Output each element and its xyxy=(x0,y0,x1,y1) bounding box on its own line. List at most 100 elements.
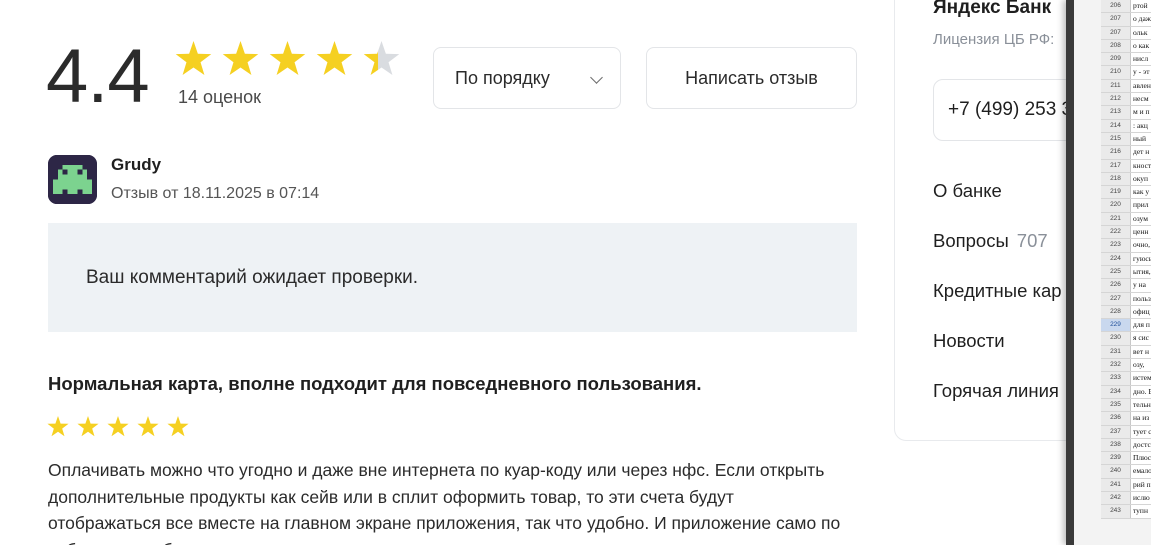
table-row[interactable]: 238 достс xyxy=(1101,438,1151,453)
write-review-button[interactable]: Написать отзыв xyxy=(646,47,857,109)
table-cell[interactable]: емало xyxy=(1131,465,1151,478)
row-number[interactable]: 214 xyxy=(1101,119,1131,132)
table-cell[interactable]: тупн xyxy=(1131,505,1151,518)
row-number[interactable]: 222 xyxy=(1101,226,1131,239)
sidebar-item-questions[interactable]: Вопросы 707 xyxy=(933,230,1048,252)
table-row[interactable]: 209 нисл xyxy=(1101,53,1151,67)
sidebar-item-about[interactable]: О банке xyxy=(933,180,1002,202)
table-cell[interactable]: ценн xyxy=(1131,226,1151,239)
row-number[interactable]: 225 xyxy=(1101,265,1131,279)
table-row[interactable]: 226 у на xyxy=(1101,279,1151,293)
table-row[interactable]: 241 рий п xyxy=(1101,478,1151,492)
table-cell[interactable]: кност xyxy=(1131,159,1151,172)
row-number[interactable]: 240 xyxy=(1101,465,1131,478)
table-cell[interactable]: прил xyxy=(1131,199,1151,212)
table-row[interactable]: 217 кност xyxy=(1101,159,1151,173)
row-number[interactable]: 237 xyxy=(1101,425,1131,438)
table-cell[interactable]: Плюс xyxy=(1131,452,1151,465)
table-cell[interactable]: окуп xyxy=(1131,172,1151,186)
row-number[interactable]: 212 xyxy=(1101,93,1131,106)
table-row[interactable]: 215 ный xyxy=(1101,132,1151,147)
row-number[interactable]: 232 xyxy=(1101,359,1131,372)
row-number[interactable]: 223 xyxy=(1101,239,1131,252)
table-cell[interactable]: достс xyxy=(1131,438,1151,452)
table-cell[interactable]: рий п xyxy=(1131,478,1151,491)
row-number[interactable]: 221 xyxy=(1101,212,1131,226)
row-number[interactable]: 231 xyxy=(1101,345,1131,359)
row-number[interactable]: 213 xyxy=(1101,106,1131,119)
table-cell[interactable]: ртой xyxy=(1131,0,1151,13)
table-cell[interactable]: на из xyxy=(1131,412,1151,425)
table-row[interactable]: 223 очно, xyxy=(1101,239,1151,253)
spreadsheet-window[interactable]: 206 ртой 207 о даж 207 ольк 208 о как 209 нисл 210… xyxy=(1066,0,1151,545)
row-number[interactable]: 209 xyxy=(1101,53,1131,66)
row-number[interactable]: 238 xyxy=(1101,438,1131,452)
table-cell[interactable]: нисл xyxy=(1131,53,1151,66)
table-cell[interactable]: ный xyxy=(1131,132,1151,146)
table-row[interactable]: 228 офиц xyxy=(1101,305,1151,320)
row-number[interactable]: 239 xyxy=(1101,452,1131,465)
table-cell[interactable]: о даж xyxy=(1131,13,1151,26)
row-number[interactable]: 229 xyxy=(1101,319,1131,332)
table-cell[interactable]: у на xyxy=(1131,279,1151,292)
table-cell[interactable]: дно. В xyxy=(1131,385,1151,398)
avatar[interactable] xyxy=(48,155,97,204)
table-cell[interactable]: очно, xyxy=(1131,239,1151,252)
table-row[interactable]: 236 на из xyxy=(1101,412,1151,426)
table-row[interactable]: 237 тует с xyxy=(1101,425,1151,439)
table-cell[interactable]: офиц xyxy=(1131,305,1151,319)
table-row[interactable]: 225 ытия, xyxy=(1101,265,1151,280)
row-number[interactable]: 216 xyxy=(1101,146,1131,159)
row-number[interactable]: 233 xyxy=(1101,372,1131,385)
table-row[interactable]: 216 дет н xyxy=(1101,146,1151,160)
row-number[interactable]: 235 xyxy=(1101,398,1131,412)
table-row[interactable]: 227 польз xyxy=(1101,292,1151,306)
table-cell[interactable]: : акц xyxy=(1131,119,1151,132)
table-row[interactable]: 207 ольк xyxy=(1101,26,1151,40)
table-cell[interactable]: как у xyxy=(1131,186,1151,199)
table-cell[interactable]: вет н xyxy=(1131,345,1151,359)
table-cell[interactable]: тельн xyxy=(1131,398,1151,412)
table-row[interactable]: 213 м и п xyxy=(1101,106,1151,120)
table-cell[interactable]: авлен xyxy=(1131,79,1151,93)
table-row[interactable]: 243 тупн xyxy=(1101,505,1151,519)
row-number[interactable]: 236 xyxy=(1101,412,1131,425)
row-number[interactable]: 227 xyxy=(1101,292,1131,305)
row-number[interactable]: 207 xyxy=(1101,26,1131,39)
row-number[interactable]: 206 xyxy=(1101,0,1131,13)
table-row[interactable]: 214: акц xyxy=(1101,119,1151,133)
row-number[interactable]: 219 xyxy=(1101,186,1131,199)
table-row[interactable]: 206 ртой xyxy=(1101,0,1151,14)
table-row[interactable]: 210 у - эт xyxy=(1101,66,1151,80)
table-row[interactable]: 207 о даж xyxy=(1101,13,1151,27)
table-row[interactable]: 224 гуюсь xyxy=(1101,252,1151,266)
table-row[interactable]: 229 для п xyxy=(1101,319,1151,333)
table-row[interactable]: 221 озум xyxy=(1101,212,1151,227)
table-row[interactable]: 235 тельн xyxy=(1101,398,1151,413)
table-row[interactable]: 240 емало xyxy=(1101,465,1151,479)
row-number[interactable]: 218 xyxy=(1101,172,1131,186)
sidebar-item-news[interactable]: Новости xyxy=(933,330,1005,352)
table-cell[interactable]: ытия, xyxy=(1131,265,1151,279)
table-row[interactable]: 219 как у xyxy=(1101,186,1151,200)
sidebar-item-credit-cards[interactable]: Кредитные кар xyxy=(933,280,1062,302)
row-number[interactable]: 211 xyxy=(1101,79,1131,93)
table-cell[interactable]: дет н xyxy=(1131,146,1151,159)
sidebar-item-hotline[interactable]: Горячая линия xyxy=(933,380,1059,402)
table-row[interactable]: 233 истем xyxy=(1101,372,1151,386)
table-cell[interactable]: гуюсь xyxy=(1131,252,1151,265)
table-row[interactable]: 234 дно. В xyxy=(1101,385,1151,399)
table-row[interactable]: 211 авлен xyxy=(1101,79,1151,94)
table-cell[interactable]: для п xyxy=(1131,319,1151,332)
table-row[interactable]: 218 окуп xyxy=(1101,172,1151,187)
table-row[interactable]: 230 я сис xyxy=(1101,332,1151,346)
row-number[interactable]: 234 xyxy=(1101,385,1131,398)
bank-name[interactable]: Яндекс Банк xyxy=(933,0,1051,19)
review-author[interactable]: Grudy xyxy=(111,155,161,175)
row-number[interactable]: 228 xyxy=(1101,305,1131,319)
row-number[interactable]: 217 xyxy=(1101,159,1131,172)
table-cell[interactable]: м и п xyxy=(1131,106,1151,119)
table-cell[interactable]: озум xyxy=(1131,212,1151,226)
table-row[interactable]: 222 ценн xyxy=(1101,226,1151,240)
sort-dropdown[interactable]: По порядку xyxy=(433,47,621,109)
